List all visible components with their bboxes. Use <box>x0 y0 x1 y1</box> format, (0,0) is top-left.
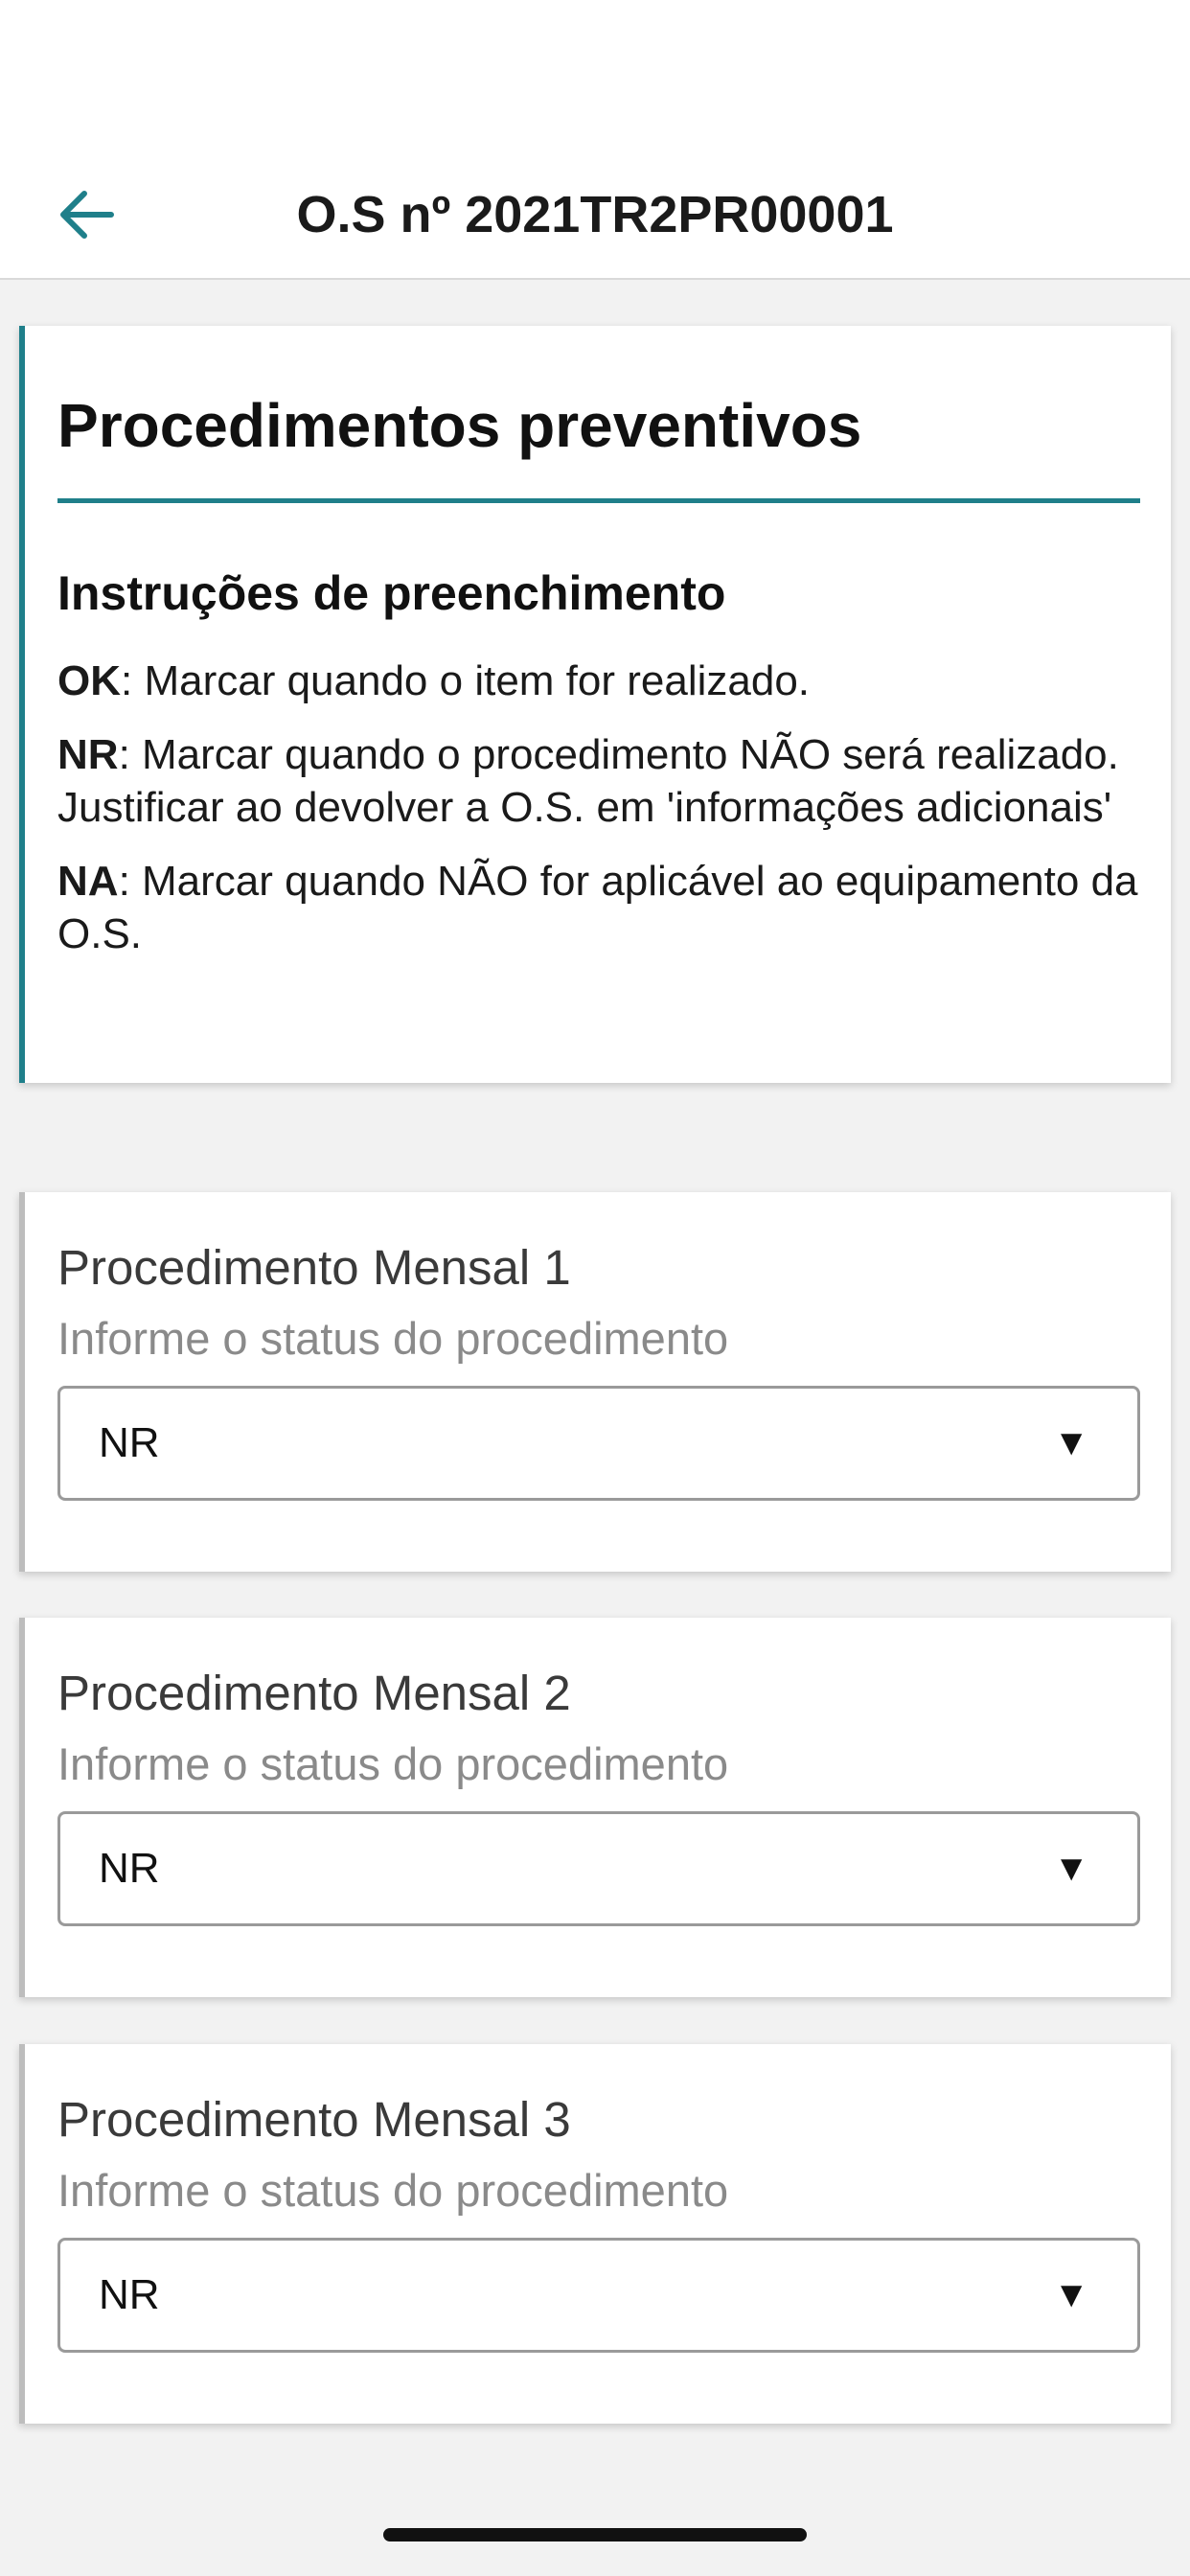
procedure-card: Procedimento Mensal 3 Informe o status d… <box>19 2044 1171 2424</box>
instructions-card: Procedimentos preventivos Instruções de … <box>19 326 1171 1083</box>
instruction-nr: NR: Marcar quando o procedimento NÃO ser… <box>57 728 1138 834</box>
select-value: NR <box>99 1419 160 1466</box>
dropdown-arrow-icon: ▼ <box>1053 2275 1089 2315</box>
procedure-card: Procedimento Mensal 1 Informe o status d… <box>19 1192 1171 1572</box>
back-button[interactable] <box>50 178 123 251</box>
procedure-hint: Informe o status do procedimento <box>57 1313 729 1364</box>
procedure-title: Procedimento Mensal 2 <box>57 1666 571 1720</box>
procedure-hint: Informe o status do procedimento <box>57 2165 729 2216</box>
status-select[interactable]: NR ▼ <box>57 1386 1140 1501</box>
procedure-hint: Informe o status do procedimento <box>57 1738 729 1789</box>
status-select[interactable]: NR ▼ <box>57 2238 1140 2353</box>
select-value: NR <box>99 1845 160 1892</box>
arrow-left-icon <box>60 191 114 239</box>
section-title: Procedimentos preventivos <box>57 391 862 460</box>
instruction-na: NA: Marcar quando NÃO for aplicável ao e… <box>57 855 1138 960</box>
title-divider <box>57 498 1140 503</box>
instruction-text: : Marcar quando o procedimento NÃO será … <box>57 731 1119 831</box>
instruction-ok: OK: Marcar quando o item for realizado. <box>57 655 1138 707</box>
dropdown-arrow-icon: ▼ <box>1053 1423 1089 1463</box>
procedure-title: Procedimento Mensal 3 <box>57 2092 571 2147</box>
select-value: NR <box>99 2271 160 2318</box>
dropdown-arrow-icon: ▼ <box>1053 1849 1089 1889</box>
instruction-code: NR <box>57 731 119 778</box>
status-select[interactable]: NR ▼ <box>57 1811 1140 1926</box>
status-bar <box>0 0 1190 144</box>
instruction-text: : Marcar quando NÃO for aplicável ao equ… <box>57 858 1138 957</box>
page-title: O.S nº 2021TR2PR00001 <box>296 186 894 243</box>
app-header: O.S nº 2021TR2PR00001 <box>0 144 1190 280</box>
instruction-code: OK <box>57 657 121 704</box>
home-indicator[interactable] <box>383 2528 807 2542</box>
instruction-text: : Marcar quando o item for realizado. <box>121 657 811 704</box>
procedure-title: Procedimento Mensal 1 <box>57 1240 571 1295</box>
instruction-code: NA <box>57 858 119 905</box>
instructions-subtitle: Instruções de preenchimento <box>57 566 726 620</box>
procedure-card: Procedimento Mensal 2 Informe o status d… <box>19 1618 1171 1997</box>
